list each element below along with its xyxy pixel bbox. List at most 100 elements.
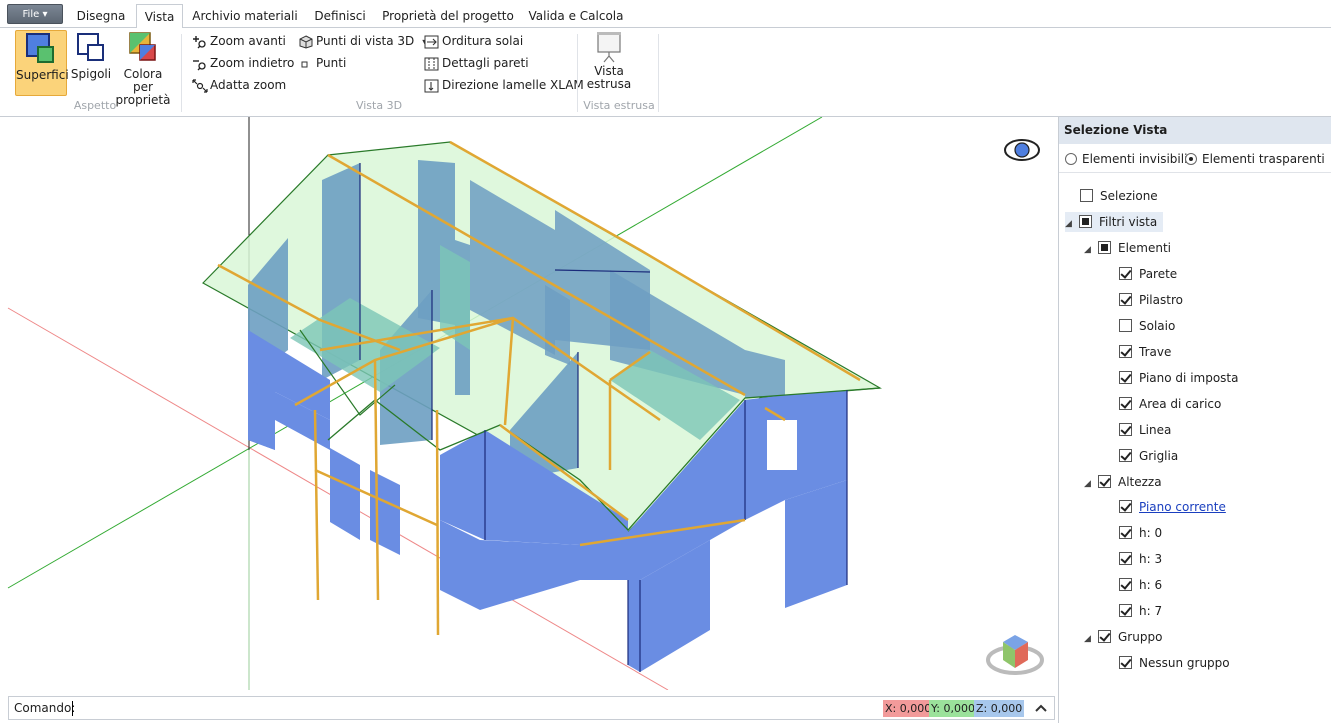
tree-item-h6[interactable]: h: 6 [1119, 575, 1162, 595]
tab-archivio-materiali[interactable]: Archivio materiali [188, 4, 302, 28]
tree-item-trave[interactable]: Trave [1119, 342, 1171, 362]
checkbox-icon[interactable] [1080, 189, 1093, 202]
checkbox-checked-icon[interactable] [1098, 630, 1111, 643]
chevron-up-icon[interactable] [1033, 700, 1049, 716]
visibility-eye-icon[interactable] [1004, 139, 1040, 161]
tree-item-piano-corrente[interactable]: Piano corrente [1119, 497, 1226, 517]
wall-outer [628, 580, 640, 672]
tree-item-h3[interactable]: h: 3 [1119, 549, 1162, 569]
vista-estrusa-button[interactable]: Vista estrusa [586, 31, 632, 95]
tab-proprieta-progetto[interactable]: Proprietà del progetto [378, 4, 518, 28]
punti-di-vista-3d-dropdown[interactable]: Punti di vista 3D▼ [298, 32, 428, 50]
colora-per-proprieta-button[interactable]: Colora per proprietà [114, 30, 172, 107]
checkbox-partial-icon[interactable] [1098, 241, 1111, 254]
checkbox-checked-icon[interactable] [1119, 526, 1132, 539]
checkbox-checked-icon[interactable] [1119, 656, 1132, 669]
tree-item-filtri-vista[interactable]: ◢ Filtri vista [1065, 212, 1164, 234]
colora-label-1: Colora per [123, 67, 163, 94]
tree-label: Solaio [1139, 319, 1176, 333]
building-3d-model[interactable] [0, 117, 1055, 690]
selezione-vista-panel: Selezione Vista Elementi invisibili Elem… [1058, 117, 1331, 723]
tree-item-h7[interactable]: h: 7 [1119, 601, 1162, 621]
tab-disegna[interactable]: Disegna [68, 4, 134, 28]
adatta-zoom-button[interactable]: Adatta zoom [192, 76, 286, 94]
checkbox-icon[interactable] [1119, 319, 1132, 332]
command-label: Comando: [14, 701, 76, 715]
checkbox-checked-icon[interactable] [1119, 371, 1132, 384]
tree-label: Parete [1139, 267, 1178, 281]
dettagli-pareti-button[interactable]: Dettagli pareti [424, 54, 529, 72]
command-input[interactable] [71, 699, 871, 717]
group-separator [577, 34, 578, 112]
window-opening [767, 420, 797, 470]
tree-item-linea[interactable]: Linea [1119, 420, 1171, 440]
tree-item-griglia[interactable]: Griglia [1119, 446, 1178, 466]
radio-elementi-invisibili[interactable]: Elementi invisibili [1065, 151, 1187, 167]
tree-label: Elementi [1118, 241, 1172, 255]
file-menu-button[interactable]: File ▾ [7, 4, 63, 24]
tab-vista[interactable]: Vista [136, 4, 183, 29]
collapse-arrow-icon[interactable]: ◢ [1084, 240, 1098, 260]
checkbox-checked-icon[interactable] [1119, 604, 1132, 617]
collapse-arrow-icon[interactable]: ◢ [1065, 214, 1079, 234]
tab-valida-calcola[interactable]: Valida e Calcola [524, 4, 628, 28]
spigoli-button[interactable]: Spigoli [70, 30, 112, 96]
collapse-arrow-icon[interactable]: ◢ [1084, 474, 1098, 494]
checkbox-checked-icon[interactable] [1119, 552, 1132, 565]
tree-item-altezza[interactable]: ◢ Altezza [1084, 472, 1162, 492]
tree-item-piano-imposta[interactable]: Piano di imposta [1119, 368, 1238, 388]
orditura-icon [424, 35, 439, 48]
collapse-arrow-icon[interactable]: ◢ [1084, 629, 1098, 649]
tree-label: Filtri vista [1099, 215, 1158, 229]
xlam-direction-icon [424, 79, 439, 92]
tree-item-gruppo[interactable]: ◢ Gruppo [1084, 627, 1162, 647]
punti-label: Punti [316, 56, 347, 70]
zoom-in-icon [193, 35, 206, 48]
orditura-solai-button[interactable]: Orditura solai [424, 32, 523, 50]
tree-label: Area di carico [1139, 397, 1222, 411]
coord-x: X: 0,000 [883, 700, 934, 717]
checkbox-checked-icon[interactable] [1119, 345, 1132, 358]
tab-definisci[interactable]: Definisci [308, 4, 372, 28]
tree-item-solaio[interactable]: Solaio [1119, 316, 1175, 336]
colora-proprieta-icon [129, 32, 156, 61]
wall-outer [370, 470, 400, 555]
checkbox-checked-icon[interactable] [1119, 293, 1132, 306]
direzione-lamelle-button[interactable]: Direzione lamelle XLAM [424, 76, 584, 94]
group-label-vista3d: Vista 3D [355, 99, 403, 112]
checkbox-checked-icon[interactable] [1119, 267, 1132, 280]
tree-item-nessun-gruppo[interactable]: Nessun gruppo [1119, 653, 1230, 673]
checkbox-checked-icon[interactable] [1119, 500, 1132, 513]
orditura-label: Orditura solai [442, 34, 524, 48]
command-bar: Comando: X: 0,000 Y: 0,000 Z: 0,000 [8, 696, 1055, 720]
3d-viewport[interactable] [0, 117, 1055, 690]
piano-corrente-link[interactable]: Piano corrente [1139, 500, 1226, 514]
checkbox-checked-icon[interactable] [1119, 397, 1132, 410]
checkbox-partial-icon[interactable] [1079, 215, 1092, 228]
fit-zoom-icon [192, 78, 208, 93]
checkbox-checked-icon[interactable] [1098, 475, 1111, 488]
superfici-button[interactable]: Superfici [15, 30, 69, 96]
punti-button[interactable]: Punti [298, 54, 346, 72]
checkbox-checked-icon[interactable] [1119, 449, 1132, 462]
radio-elementi-trasparenti[interactable]: Elementi trasparenti [1185, 151, 1325, 167]
tree-label: Pilastro [1139, 293, 1183, 307]
tree-item-pilastro[interactable]: Pilastro [1119, 290, 1183, 310]
tree-item-area-carico[interactable]: Area di carico [1119, 394, 1221, 414]
zoom-avanti-label: Zoom avanti [210, 34, 286, 48]
coord-y: Y: 0,000 [929, 700, 977, 717]
adatta-zoom-label: Adatta zoom [210, 78, 287, 92]
tree-item-h0[interactable]: h: 0 [1119, 523, 1162, 543]
point-icon [301, 61, 308, 67]
tree-label: Selezione [1100, 189, 1158, 203]
cube-view-icon [299, 34, 313, 49]
tree-item-selezione[interactable]: Selezione [1080, 186, 1158, 206]
checkbox-checked-icon[interactable] [1119, 578, 1132, 591]
zoom-indietro-button[interactable]: Zoom indietro [192, 54, 294, 72]
tree-item-parete[interactable]: Parete [1119, 264, 1177, 284]
view-cube-icon[interactable] [986, 635, 1044, 675]
zoom-avanti-button[interactable]: Zoom avanti [192, 32, 286, 50]
tree-item-elementi[interactable]: ◢ Elementi [1084, 238, 1171, 258]
tree-label: Griglia [1139, 449, 1179, 463]
checkbox-checked-icon[interactable] [1119, 423, 1132, 436]
